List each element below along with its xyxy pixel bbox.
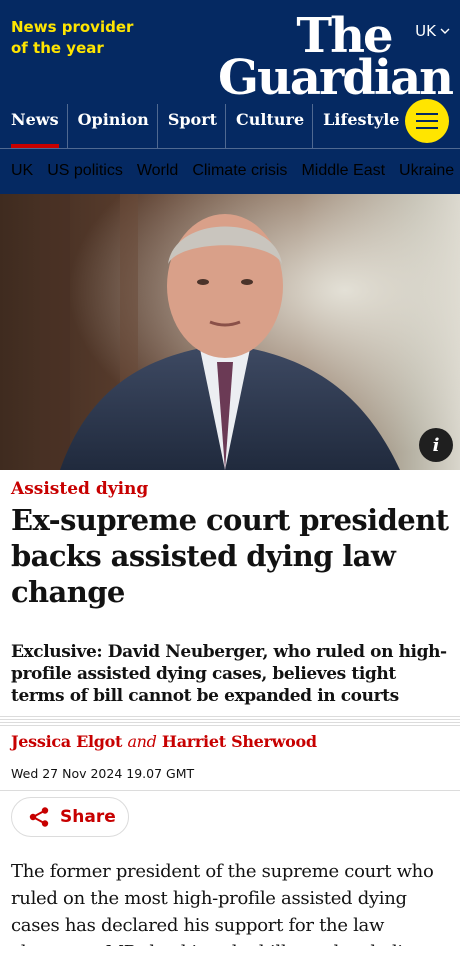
article-standfirst: Exclusive: David Neuberger, who ruled on…	[11, 642, 447, 706]
divider	[0, 725, 460, 726]
article-headline: Ex-supreme court president backs assiste…	[11, 503, 449, 609]
byline-joiner: and	[127, 732, 157, 751]
pillar-nav: News Opinion Sport Culture Lifestyle	[0, 104, 407, 148]
publish-date: Wed 27 Nov 2024 19.07 GMT	[11, 766, 195, 781]
guardian-logo[interactable]: The Guardian	[218, 12, 454, 106]
info-icon: i	[432, 434, 440, 456]
portrait-photo	[0, 194, 460, 470]
logo-line-2: Guardian	[218, 50, 454, 106]
hero-image	[0, 194, 460, 470]
subnav-item-us-politics[interactable]: US politics	[47, 162, 123, 180]
byline: Jessica Elgot and Harriet Sherwood	[11, 732, 317, 751]
subnav: UK US politics World Climate crisis Midd…	[11, 162, 454, 180]
share-button[interactable]: Share	[11, 797, 129, 837]
subnav-item-world[interactable]: World	[137, 162, 179, 180]
pillar-lifestyle[interactable]: Lifestyle	[312, 104, 407, 148]
pillar-sport[interactable]: Sport	[156, 104, 225, 148]
divider	[0, 716, 460, 717]
masthead: News provider of the year UK The Guardia…	[0, 0, 460, 194]
subnav-item-climate-crisis[interactable]: Climate crisis	[192, 162, 287, 180]
divider	[0, 719, 460, 720]
divider	[0, 722, 460, 723]
tagline: News provider of the year	[11, 18, 134, 57]
pillar-news[interactable]: News	[0, 104, 67, 148]
pillar-culture[interactable]: Culture	[225, 104, 312, 148]
divider	[0, 790, 460, 791]
pillar-opinion[interactable]: Opinion	[66, 104, 157, 148]
section-kicker[interactable]: Assisted dying	[11, 479, 148, 499]
subnav-divider	[0, 148, 460, 149]
share-icon	[29, 807, 49, 827]
subnav-item-uk[interactable]: UK	[11, 162, 33, 180]
hamburger-menu-icon	[416, 113, 438, 129]
subnav-item-ukraine[interactable]: Ukraine	[399, 162, 454, 180]
author-link-2[interactable]: Harriet Sherwood	[162, 732, 317, 751]
subnav-item-middle-east[interactable]: Middle East	[301, 162, 385, 180]
author-link-1[interactable]: Jessica Elgot	[11, 732, 122, 751]
image-info-button[interactable]: i	[419, 428, 453, 462]
article-body: The former president of the supreme cour…	[11, 861, 434, 946]
share-label: Share	[60, 807, 116, 827]
menu-button[interactable]	[405, 99, 449, 143]
